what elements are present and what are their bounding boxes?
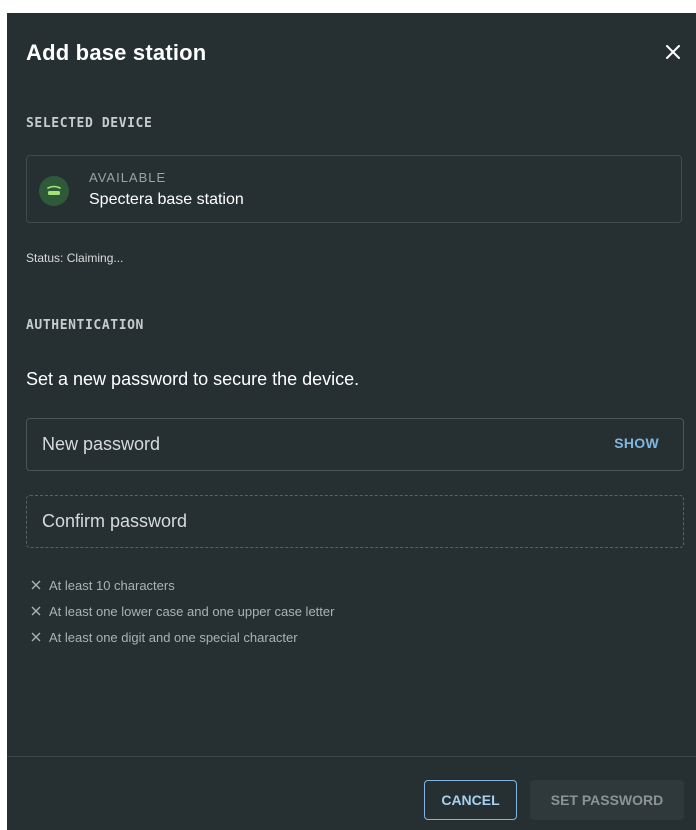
password-rules: At least 10 characters At least one lowe…	[30, 572, 334, 650]
set-password-button[interactable]: SET PASSWORD	[530, 780, 684, 820]
rule-item: At least one digit and one special chara…	[30, 624, 334, 650]
password-instruction: Set a new password to secure the device.	[26, 369, 360, 389]
show-password-button[interactable]: SHOW	[614, 435, 659, 451]
device-availability: AVAILABLE	[89, 170, 167, 185]
status-text: Status: Claiming...	[26, 251, 124, 265]
authentication-heading: AUTHENTICATION	[26, 318, 144, 333]
confirm-password-input[interactable]	[27, 496, 683, 547]
cancel-button[interactable]: CANCEL	[424, 780, 517, 820]
cross-icon	[30, 631, 42, 643]
rule-text: At least one digit and one special chara…	[49, 629, 298, 645]
selected-device-heading: SELECTED DEVICE	[26, 116, 153, 131]
new-password-field: SHOW	[26, 418, 684, 471]
add-base-station-dialog: Add base station SELECTED DEVICE AVAILAB…	[7, 13, 696, 830]
rule-item: At least 10 characters	[30, 572, 334, 598]
close-icon	[666, 45, 680, 59]
device-card: AVAILABLE Spectera base station	[26, 155, 682, 223]
device-name: Spectera base station	[89, 191, 244, 208]
dialog-footer: CANCEL SET PASSWORD	[7, 756, 696, 830]
rule-item: At least one lower case and one upper ca…	[30, 598, 334, 624]
cross-icon	[30, 579, 42, 591]
dialog-title: Add base station	[26, 40, 207, 65]
rule-text: At least one lower case and one upper ca…	[49, 603, 335, 619]
base-station-icon	[39, 176, 69, 206]
rule-text: At least 10 characters	[49, 577, 175, 593]
close-button[interactable]	[660, 39, 686, 65]
new-password-input[interactable]	[27, 419, 683, 470]
cross-icon	[30, 605, 42, 617]
confirm-password-field	[26, 495, 684, 548]
